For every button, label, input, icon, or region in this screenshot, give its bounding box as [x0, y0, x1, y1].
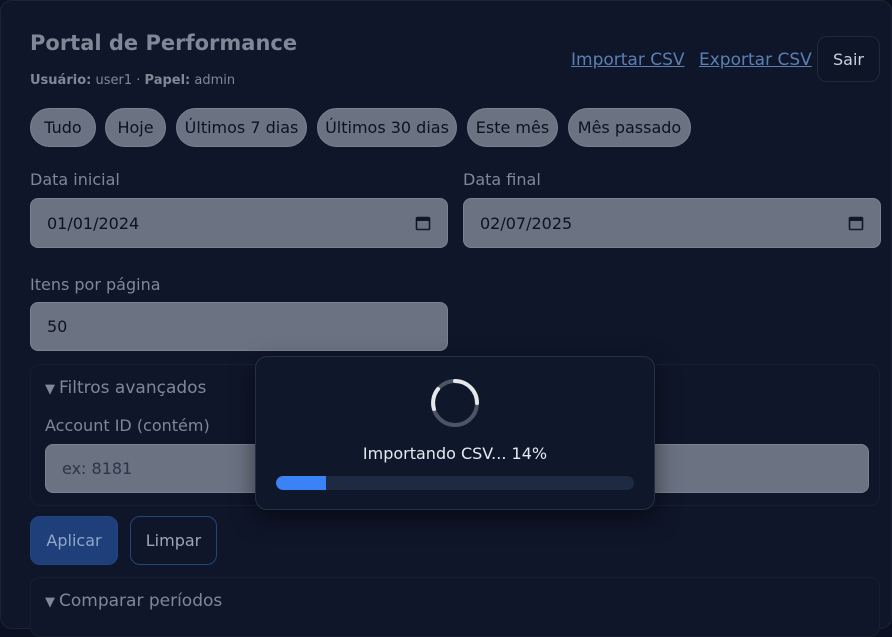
account-id-placeholder: ex: 8181	[62, 459, 133, 478]
import-progress-modal: Importando CSV... 14%	[255, 356, 655, 510]
end-date-label: Data final	[463, 170, 541, 189]
loading-spinner-icon	[431, 379, 479, 427]
compare-periods-label: Comparar períodos	[59, 591, 223, 611]
apply-button[interactable]: Aplicar	[30, 516, 118, 565]
triangle-down-icon: ▼	[45, 595, 55, 610]
import-csv-link[interactable]: Importar CSV	[571, 50, 685, 70]
role-value: admin	[194, 73, 236, 88]
chip-last-month[interactable]: Mês passado	[568, 108, 691, 147]
import-progress-bar	[276, 476, 634, 490]
exit-button[interactable]: Sair	[817, 36, 880, 82]
chip-last-7-days[interactable]: Últimos 7 dias	[176, 108, 307, 147]
per-page-label: Itens por página	[30, 275, 161, 294]
separator: ·	[136, 73, 141, 88]
start-date-input[interactable]: 01/01/2024	[30, 198, 448, 248]
compare-periods-panel: ▼ Comparar períodos	[30, 577, 880, 637]
import-status-text: Importando CSV... 14%	[362, 444, 548, 463]
chip-last-30-days[interactable]: Últimos 30 dias	[317, 108, 457, 147]
clear-button[interactable]: Limpar	[130, 516, 217, 565]
role-label: Papel:	[144, 73, 191, 88]
start-date-label: Data inicial	[30, 170, 120, 189]
advanced-filters-label: Filtros avançados	[59, 378, 207, 398]
chip-today[interactable]: Hoje	[105, 108, 166, 147]
user-value: user1	[95, 73, 133, 88]
per-page-value: 50	[47, 317, 68, 336]
calendar-icon[interactable]	[848, 215, 864, 231]
start-date-value: 01/01/2024	[47, 213, 140, 233]
user-info: Usuário: user1 · Papel: admin	[30, 73, 235, 88]
end-date-input[interactable]: 02/07/2025	[463, 198, 881, 248]
end-date-value: 02/07/2025	[480, 213, 573, 233]
advanced-filters-summary[interactable]: ▼ Filtros avançados	[45, 378, 206, 398]
compare-periods-summary[interactable]: ▼ Comparar períodos	[45, 591, 222, 611]
calendar-icon[interactable]	[415, 215, 431, 231]
import-progress-fill	[276, 476, 327, 490]
main-card: Portal de Performance Usuário: user1 · P…	[0, 0, 892, 637]
export-csv-link[interactable]: Exportar CSV	[699, 50, 812, 70]
per-page-input[interactable]: 50	[30, 302, 448, 351]
user-label: Usuário:	[30, 73, 92, 88]
chip-this-month[interactable]: Este mês	[467, 108, 558, 147]
account-id-label: Account ID (contém)	[45, 416, 210, 435]
page-title: Portal de Performance	[30, 31, 298, 55]
chip-all[interactable]: Tudo	[30, 108, 96, 147]
triangle-down-icon: ▼	[45, 382, 55, 397]
